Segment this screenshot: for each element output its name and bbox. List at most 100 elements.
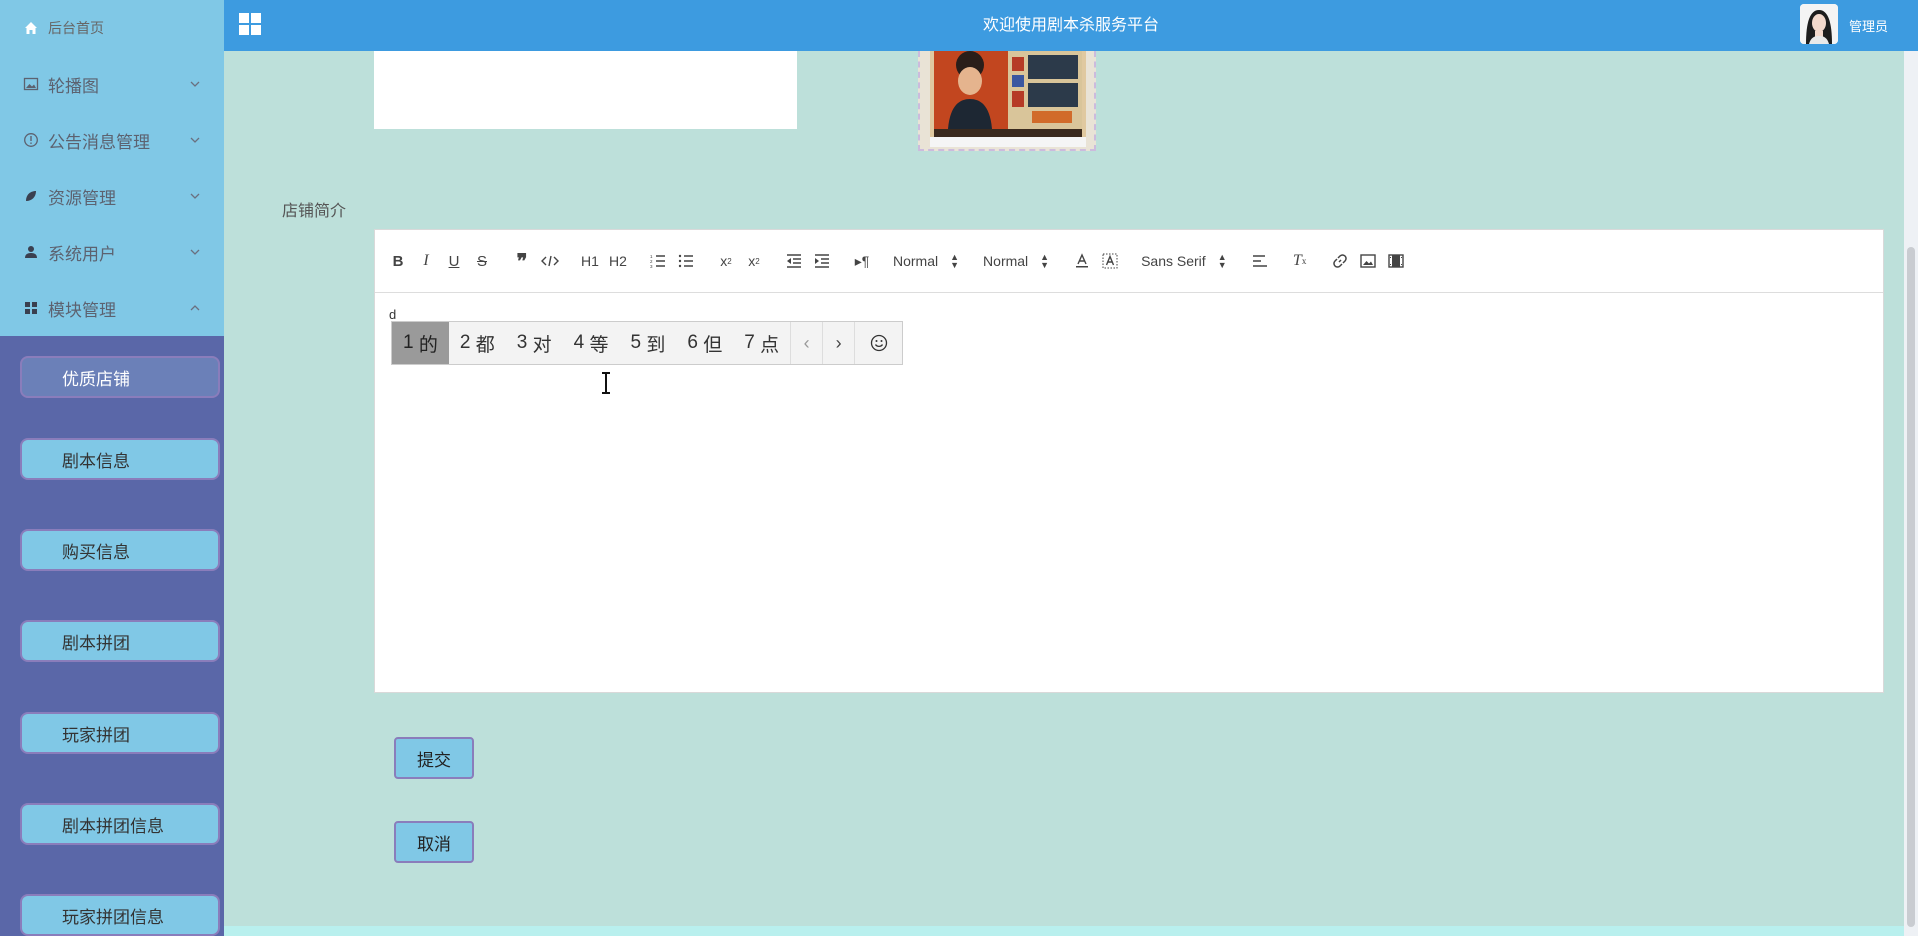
superscript-icon[interactable]: x2 <box>745 250 763 272</box>
topbar: 欢迎使用剧本杀服务平台 管理员 <box>224 0 1918 51</box>
link-icon[interactable] <box>1331 250 1349 272</box>
sidebar-item-modules[interactable]: 模块管理 <box>0 280 224 336</box>
text-direction-icon[interactable]: ▸¶ <box>853 250 871 272</box>
sidebar-item-home[interactable]: 后台首页 <box>0 0 224 56</box>
submenu-player-group-info[interactable]: 玩家拼团信息 <box>20 894 220 936</box>
sidebar-item-modules-label: 模块管理 <box>48 300 116 320</box>
italic-icon[interactable]: I <box>417 250 435 272</box>
editor-text: d <box>389 307 397 322</box>
ordered-list-icon[interactable]: 123 <box>649 250 667 272</box>
header-1-button[interactable]: H1 <box>581 250 599 272</box>
size-select-value: Normal <box>983 253 1029 269</box>
sidebar-item-resources[interactable]: 资源管理 <box>0 168 224 224</box>
outdent-icon[interactable] <box>785 250 803 272</box>
submenu-script-info[interactable]: 剧本信息 <box>20 438 220 480</box>
ime-candidate-number: 3 <box>516 332 528 353</box>
page-title: 欢迎使用剧本杀服务平台 <box>982 17 1159 34</box>
image-insert-icon[interactable] <box>1359 250 1377 272</box>
submenu-label: 剧本信息 <box>62 451 130 471</box>
strike-icon[interactable]: S <box>473 250 491 272</box>
chevron-down-icon <box>190 137 200 143</box>
ime-candidate-number: 5 <box>630 332 642 353</box>
background-color-icon[interactable] <box>1101 250 1119 272</box>
bottom-border <box>224 926 1904 936</box>
video-insert-icon[interactable] <box>1387 250 1405 272</box>
ime-candidate-word: 对 <box>532 334 552 356</box>
submenu-purchase-info[interactable]: 购买信息 <box>20 529 220 571</box>
user-label[interactable]: 管理员 <box>1849 0 1888 51</box>
ime-candidate-number: 2 <box>459 332 471 353</box>
underline-icon[interactable]: U <box>445 250 463 272</box>
align-icon[interactable] <box>1251 250 1269 272</box>
submenu-player-group[interactable]: 玩家拼团 <box>20 712 220 754</box>
sidebar: 后台首页 轮播图 公告消息管理 资源管理 系统用户 模块管理 优质店铺 剧本信息… <box>0 0 224 936</box>
ime-candidate-word: 都 <box>475 334 495 356</box>
code-block-icon[interactable] <box>541 250 559 272</box>
sidebar-item-carousel-label: 轮播图 <box>48 76 99 96</box>
header-2-button[interactable]: H2 <box>609 250 627 272</box>
size-select[interactable]: Normal ▲ ▼ <box>983 252 1050 270</box>
ime-candidate[interactable]: 2 都 <box>449 322 506 364</box>
blockquote-icon[interactable]: ❞ <box>513 250 531 273</box>
emoji-icon[interactable] <box>854 322 902 364</box>
svg-text:3: 3 <box>650 264 653 268</box>
submenu-script-group-info[interactable]: 剧本拼团信息 <box>20 803 220 845</box>
ime-next-icon[interactable]: › <box>822 322 854 364</box>
shop-intro-label: 店铺简介 <box>282 203 347 220</box>
editor-toolbar: B I U S ❞ H1 H2 123 x2 x2 ▸¶ Normal ▲ ▼ … <box>375 230 1883 293</box>
home-icon <box>22 19 40 37</box>
rich-text-editor[interactable]: B I U S ❞ H1 H2 123 x2 x2 ▸¶ Normal ▲ ▼ … <box>374 229 1884 693</box>
ime-candidate[interactable]: 7 点 <box>733 322 790 364</box>
ime-candidate[interactable]: 4 等 <box>563 322 620 364</box>
user-icon <box>22 243 40 261</box>
sidebar-item-carousel[interactable]: 轮播图 <box>0 56 224 112</box>
page-scrollbar[interactable] <box>1904 51 1918 936</box>
h1-label: H1 <box>581 253 599 269</box>
text-field[interactable] <box>374 51 797 129</box>
select-arrows-icon: ▲ ▼ <box>950 252 960 270</box>
header-select[interactable]: Normal ▲ ▼ <box>893 252 960 270</box>
clear-format-icon[interactable]: Tx <box>1291 250 1309 272</box>
subscript-icon[interactable]: x2 <box>717 250 735 272</box>
chevron-down-icon <box>190 249 200 255</box>
sidebar-item-notice[interactable]: 公告消息管理 <box>0 112 224 168</box>
chevron-up-icon <box>190 305 200 311</box>
cancel-button[interactable]: 取消 <box>394 821 474 863</box>
ime-candidate[interactable]: 3 对 <box>506 322 563 364</box>
ime-candidate-bar: 1 的 2 都 3 对 4 等 5 到 6 但 7 点 ‹ › <box>391 321 904 365</box>
shop-image-upload[interactable] <box>918 51 1096 151</box>
bullet-list-icon[interactable] <box>677 250 695 272</box>
cancel-button-label: 取消 <box>417 834 451 854</box>
leaf-icon <box>22 187 40 205</box>
text-cursor-icon <box>602 372 610 394</box>
font-select[interactable]: Sans Serif ▲ ▼ <box>1141 252 1227 270</box>
submenu-script-group[interactable]: 剧本拼团 <box>20 620 220 662</box>
submenu-label: 剧本拼团 <box>62 633 130 653</box>
avatar[interactable] <box>1800 4 1838 44</box>
chevron-down-icon <box>190 193 200 199</box>
ime-candidate[interactable]: 5 到 <box>620 322 677 364</box>
select-arrows-icon: ▲ ▼ <box>1040 252 1050 270</box>
h2-label: H2 <box>609 253 627 269</box>
ime-prev-icon[interactable]: ‹ <box>790 322 822 364</box>
submit-button[interactable]: 提交 <box>394 737 474 779</box>
submenu-label: 玩家拼团 <box>62 725 130 745</box>
scrollbar-thumb[interactable] <box>1907 247 1915 927</box>
font-select-value: Sans Serif <box>1141 253 1206 269</box>
select-arrows-icon: ▲ ▼ <box>1217 252 1227 270</box>
bold-icon[interactable]: B <box>389 250 407 272</box>
ime-candidate[interactable]: 1 的 <box>392 322 449 364</box>
ime-candidate-number: 7 <box>744 332 755 353</box>
font-color-icon[interactable] <box>1073 250 1091 272</box>
menu-toggle-icon[interactable] <box>239 13 261 35</box>
ime-candidate-word: 的 <box>418 334 438 356</box>
submenu-label: 购买信息 <box>62 542 130 562</box>
sidebar-item-home-label: 后台首页 <box>48 20 104 36</box>
submenu-quality-shops[interactable]: 优质店铺 <box>20 356 220 398</box>
ime-candidate-number: 6 <box>687 332 698 353</box>
sidebar-item-users[interactable]: 系统用户 <box>0 224 224 280</box>
ime-candidate[interactable]: 6 但 <box>676 322 733 364</box>
grid-icon <box>22 299 40 317</box>
sidebar-menu: 后台首页 轮播图 公告消息管理 资源管理 系统用户 模块管理 <box>0 0 224 336</box>
indent-icon[interactable] <box>813 250 831 272</box>
